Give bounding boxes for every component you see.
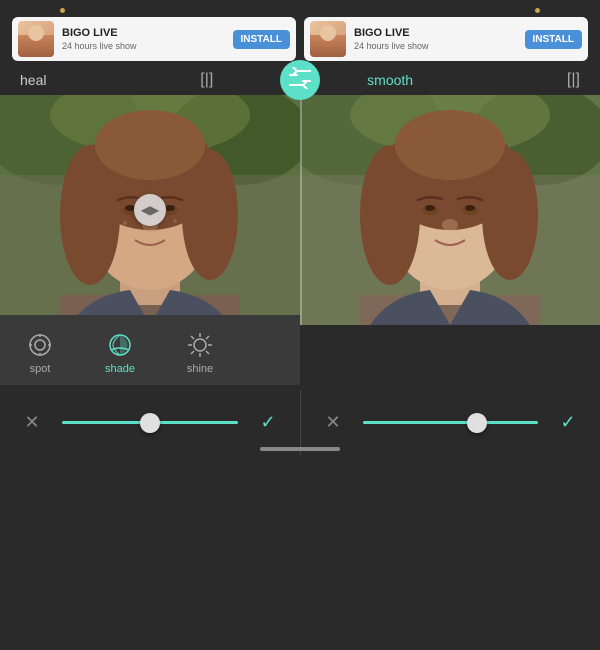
divider-arrows-icon: ◀▶ (141, 203, 159, 217)
compare-icon-left: [|] (200, 71, 213, 89)
slider-right[interactable] (363, 421, 538, 424)
ad-title-right: BIGO LIVE (354, 27, 517, 40)
ad-banner-right[interactable]: BIGO LIVE 24 hours live show INSTALL (304, 17, 588, 61)
tools-panel: spot shade (0, 315, 300, 385)
swap-button[interactable] (280, 60, 320, 100)
ad-title-left: BIGO LIVE (62, 27, 225, 40)
ad-text-left: BIGO LIVE 24 hours live show (62, 27, 225, 50)
image-left: ◀▶ (0, 95, 300, 325)
ad-install-right[interactable]: INSTALL (525, 30, 582, 49)
image-right (300, 95, 600, 325)
shade-icon (106, 331, 134, 359)
divider-handle[interactable]: ◀▶ (134, 194, 166, 226)
ad-row: BIGO LIVE 24 hours live show INSTALL BIG… (0, 17, 600, 61)
dot-right (535, 8, 540, 13)
cancel-left-button[interactable]: ✕ (16, 407, 48, 439)
ad-subtitle-left: 24 hours live show (62, 41, 225, 51)
confirm-right-button[interactable]: ✓ (552, 407, 584, 439)
filter-label-smooth: smooth (367, 72, 413, 88)
tool-shade[interactable]: shade (80, 331, 160, 375)
filter-row: heal [|] smooth [|] (0, 65, 600, 95)
divider-line (300, 95, 302, 325)
confirm-left-button[interactable]: ✓ (252, 407, 284, 439)
shine-icon (186, 331, 214, 359)
compare-icon-right: [|] (567, 71, 580, 89)
tool-shine[interactable]: shine (160, 331, 240, 375)
swap-icon (289, 67, 311, 94)
bottom-area: spot shade (0, 325, 600, 455)
confirm-right-icon: ✓ (560, 412, 575, 433)
action-bar-right: ✕ ✓ (300, 390, 600, 455)
spot-label: spot (30, 363, 51, 375)
home-indicator (260, 447, 340, 451)
ad-install-left[interactable]: INSTALL (233, 30, 290, 49)
dot-left (60, 8, 65, 13)
ad-avatar-right (310, 21, 346, 57)
filter-label-heal: heal (20, 72, 46, 88)
confirm-left-icon: ✓ (260, 412, 275, 433)
ad-banner-left[interactable]: BIGO LIVE 24 hours live show INSTALL (12, 17, 296, 61)
ad-avatar-left (18, 21, 54, 57)
slider-thumb-right[interactable] (467, 413, 487, 433)
cancel-right-icon: ✕ (325, 412, 340, 433)
right-photo-svg (300, 95, 600, 325)
top-dots-row (0, 0, 600, 17)
action-bar-left: ✕ ✓ (0, 390, 300, 455)
shine-label: shine (187, 363, 213, 375)
slider-thumb-left[interactable] (140, 413, 160, 433)
spot-icon (26, 331, 54, 359)
cancel-right-button[interactable]: ✕ (317, 407, 349, 439)
ad-text-right: BIGO LIVE 24 hours live show (354, 27, 517, 50)
cancel-left-icon: ✕ (24, 412, 39, 433)
tool-spot[interactable]: spot (0, 331, 80, 375)
action-bars: ✕ ✓ ✕ ✓ (0, 390, 600, 455)
image-comparison-area: ◀▶ (0, 95, 600, 325)
slider-left[interactable] (62, 421, 238, 424)
shade-label: shade (105, 363, 135, 375)
ad-subtitle-right: 24 hours live show (354, 41, 517, 51)
